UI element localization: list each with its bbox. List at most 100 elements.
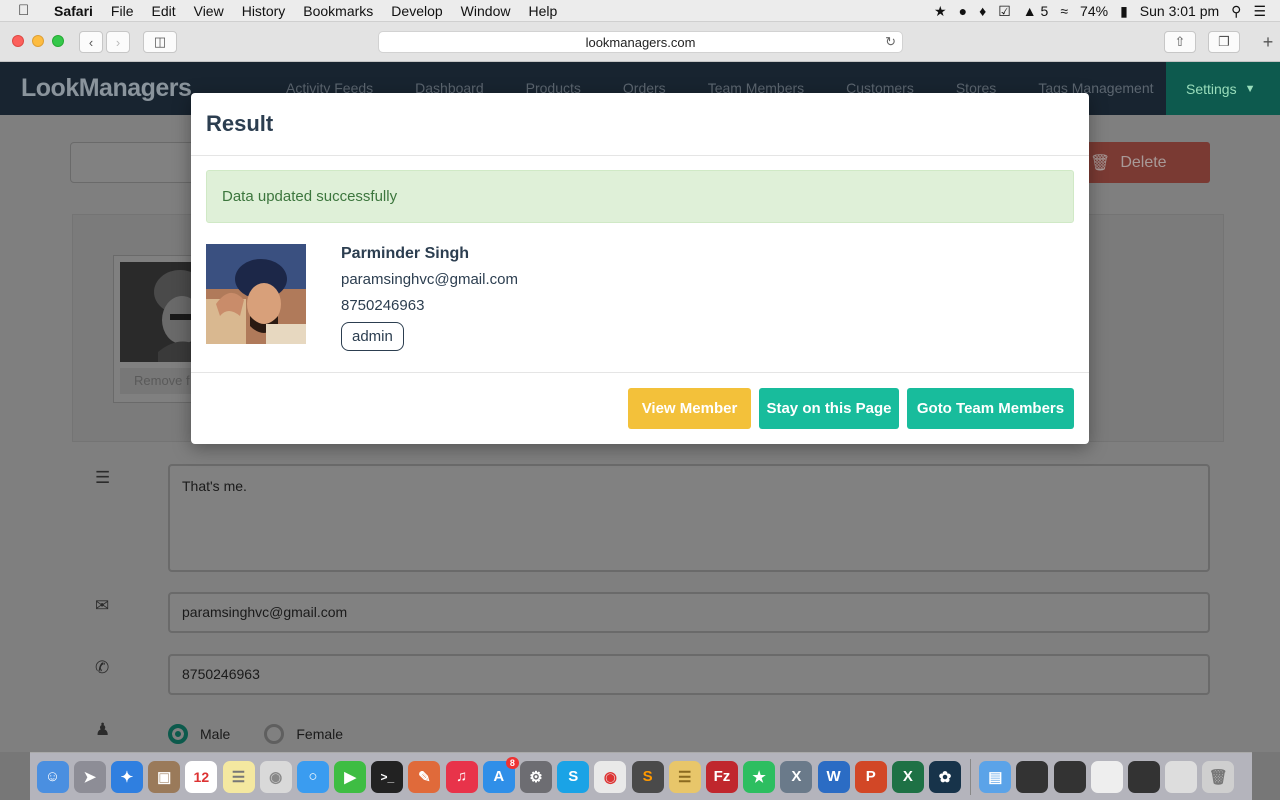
trash-icon: 🗑 xyxy=(1090,154,1111,172)
sequel-pro-icon[interactable]: ☰ xyxy=(668,760,701,793)
modal-title: Result xyxy=(206,111,274,136)
status-area: ★ ● ♦ ☑ ▲ 5 ≈ 74% ▮ Sun 3:01 pm ⚲ ☰ xyxy=(934,0,1266,22)
window-thumbnail-2[interactable] xyxy=(1053,760,1086,793)
result-modal: Result Data updated successfully Parmind… xyxy=(191,93,1089,444)
member-name: Parminder Singh xyxy=(341,245,470,262)
member-phone: 8750246963 xyxy=(341,297,425,314)
finder-icon[interactable]: ☺ xyxy=(36,760,69,793)
clock[interactable]: Sun 3:01 pm xyxy=(1140,3,1219,19)
plus-icon: + xyxy=(1262,31,1274,52)
preview-icon[interactable]: ▣ xyxy=(148,760,181,793)
window-controls xyxy=(12,35,64,47)
notification-bell-icon[interactable]: ♦ xyxy=(979,3,986,19)
gender-male-radio[interactable] xyxy=(168,724,188,744)
apple-menu-icon[interactable]:  xyxy=(18,2,38,19)
close-window-button[interactable] xyxy=(12,35,24,47)
wifi-icon[interactable]: ≈ xyxy=(1060,3,1068,19)
address-bar[interactable]: lookmanagers.com ↻ xyxy=(378,31,903,53)
phone-field[interactable]: 8750246963 xyxy=(168,654,1210,695)
modal-footer-divider xyxy=(191,372,1089,373)
delete-button[interactable]: 🗑 Delete xyxy=(1078,142,1210,183)
notes-icon[interactable]: ☰ xyxy=(222,760,255,793)
menu-edit[interactable]: Edit xyxy=(151,3,175,19)
envelope-icon: ✉ xyxy=(95,596,110,615)
skype-icon[interactable]: S xyxy=(557,760,590,793)
delete-label: Delete xyxy=(1120,153,1167,171)
settings-dropdown[interactable]: Settings ▼ xyxy=(1166,62,1280,115)
mac-dock: ☺ ➤ ✦ ▣ 12 ☰ ◉ ○ ▶ >_ ✎ ♫ A8 ⚙ S ◉ S ☰ F… xyxy=(30,752,1252,800)
paw-icon[interactable]: ✎ xyxy=(408,760,441,793)
caret-down-icon: ▼ xyxy=(1244,82,1256,95)
menu-help[interactable]: Help xyxy=(528,3,557,19)
minimize-window-button[interactable] xyxy=(32,35,44,47)
launchpad-icon[interactable]: ➤ xyxy=(73,760,106,793)
calendar-icon[interactable]: 12 xyxy=(185,760,218,793)
menu-bookmarks[interactable]: Bookmarks xyxy=(303,3,373,19)
menu-app-name[interactable]: Safari xyxy=(54,3,93,19)
terminal-icon[interactable]: >_ xyxy=(371,760,404,793)
app-store-icon[interactable]: A8 xyxy=(482,756,519,793)
member-avatar xyxy=(206,244,306,344)
bio-textarea[interactable]: That's me. xyxy=(168,464,1210,572)
email-field[interactable]: paramsinghvc@gmail.com xyxy=(168,592,1210,633)
adobe-status-icon[interactable]: ▲ 5 xyxy=(1023,3,1049,19)
member-email: paramsinghvc@gmail.com xyxy=(341,271,518,288)
dock-separator xyxy=(969,758,971,795)
trash-dock-icon[interactable]: 🗑 xyxy=(1202,760,1235,793)
reload-icon[interactable]: ↻ xyxy=(885,34,896,50)
word-icon[interactable]: W xyxy=(817,760,850,793)
gender-female-label: Female xyxy=(296,726,344,742)
brand-logo[interactable]: LookManagers xyxy=(21,74,192,103)
success-alert: Data updated successfully xyxy=(206,170,1074,223)
spotlight-search-icon[interactable]: ⚲ xyxy=(1231,3,1241,20)
menu-history[interactable]: History xyxy=(242,3,286,19)
view-member-button[interactable]: View Member xyxy=(628,388,751,429)
xmind-icon[interactable]: X xyxy=(780,760,813,793)
share-button[interactable]: ⇧ xyxy=(1164,31,1196,53)
battery-icon[interactable]: ▮ xyxy=(1120,3,1128,20)
window-thumbnail-1[interactable] xyxy=(1016,760,1049,793)
window-thumbnail-5[interactable] xyxy=(1165,760,1198,793)
sublime-text-icon[interactable]: S xyxy=(631,760,664,793)
back-button[interactable]: ‹ xyxy=(79,31,103,53)
window-thumbnail-3[interactable] xyxy=(1090,760,1123,793)
chat-status-icon[interactable]: ● xyxy=(959,3,967,19)
evernote-icon[interactable]: ★ xyxy=(743,760,776,793)
menu-window[interactable]: Window xyxy=(461,3,511,19)
new-tab-button[interactable]: + xyxy=(1256,31,1280,53)
menu-develop[interactable]: Develop xyxy=(391,3,442,19)
sync-status-icon[interactable]: ☑ xyxy=(998,3,1011,20)
stay-on-page-button[interactable]: Stay on this Page xyxy=(759,388,899,429)
system-preferences-icon[interactable]: ⚙ xyxy=(520,760,553,793)
chevron-left-icon: ‹ xyxy=(88,34,94,50)
settings-label: Settings xyxy=(1186,80,1237,97)
menu-file[interactable]: File xyxy=(111,3,134,19)
tabs-icon: ❐ xyxy=(1218,34,1230,49)
phone-icon: ✆ xyxy=(95,658,110,677)
forward-button[interactable]: › xyxy=(106,31,130,53)
share-icon: ⇧ xyxy=(1174,34,1186,49)
goto-team-members-button[interactable]: Goto Team Members xyxy=(907,388,1074,429)
chrome-icon[interactable]: ◉ xyxy=(594,760,627,793)
notification-center-icon[interactable]: ☰ xyxy=(1253,3,1266,20)
menu-view[interactable]: View xyxy=(194,3,224,19)
powerpoint-icon[interactable]: P xyxy=(854,760,887,793)
itunes-icon[interactable]: ♫ xyxy=(445,760,478,793)
zoom-window-button[interactable] xyxy=(52,35,64,47)
sidebar-toggle-button[interactable]: ◫ xyxy=(143,31,177,53)
filezilla-icon[interactable]: Fz xyxy=(705,760,738,793)
tabs-overview-button[interactable]: ❐ xyxy=(1208,31,1240,53)
safari-icon[interactable]: ✦ xyxy=(110,760,143,793)
gender-male-label: Male xyxy=(200,726,231,742)
gender-female-radio[interactable] xyxy=(264,724,285,744)
photo-card: Remove f xyxy=(113,255,204,403)
sourcetree-icon[interactable]: ✿ xyxy=(929,760,962,793)
folder-icon[interactable]: ▤ xyxy=(979,760,1012,793)
evernote-status-icon[interactable]: ★ xyxy=(934,3,947,20)
name-input-background[interactable] xyxy=(70,142,200,183)
maps-icon[interactable]: ◉ xyxy=(259,760,292,793)
facetime-icon[interactable]: ▶ xyxy=(334,760,367,793)
excel-icon[interactable]: X xyxy=(891,760,924,793)
window-thumbnail-4[interactable] xyxy=(1128,760,1161,793)
messages-icon[interactable]: ○ xyxy=(296,760,329,793)
